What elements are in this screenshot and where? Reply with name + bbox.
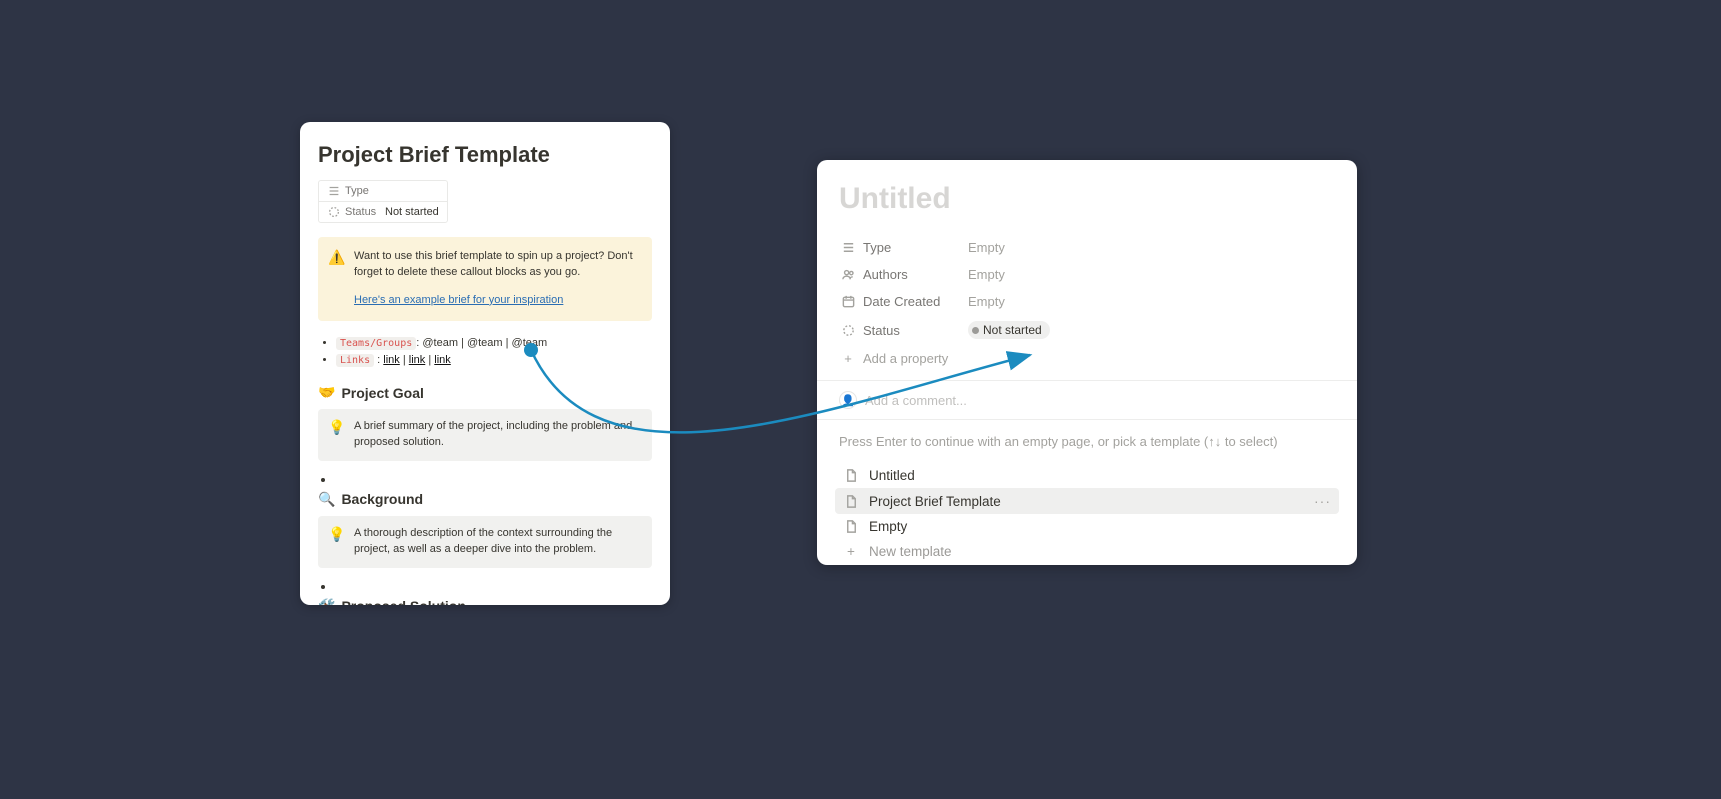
template-item-project-brief[interactable]: Project Brief Template ··· <box>835 488 1339 514</box>
property-label: Date Created <box>863 294 968 309</box>
list-icon <box>327 184 341 198</box>
property-status-row[interactable]: Status Not started <box>319 201 447 222</box>
property-type-row[interactable]: Type Empty <box>839 234 1335 261</box>
template-item-new[interactable]: + New template <box>835 539 1339 564</box>
spinner-icon <box>839 323 857 338</box>
teams-chip: Teams/Groups <box>336 337 416 350</box>
property-status-row[interactable]: Status Not started <box>839 315 1335 345</box>
spinner-icon <box>327 205 341 219</box>
links-chip: Links <box>336 354 374 367</box>
page-title: Project Brief Template <box>318 142 652 168</box>
calendar-icon <box>839 294 857 309</box>
template-item-untitled[interactable]: Untitled <box>835 463 1339 488</box>
template-hint: Press Enter to continue with an empty pa… <box>839 420 1335 463</box>
comment-placeholder: Add a comment... <box>865 393 967 408</box>
template-list: Untitled Project Brief Template ··· Empt… <box>835 463 1339 564</box>
template-item-empty[interactable]: Empty <box>835 514 1339 539</box>
add-comment-row[interactable]: 👤 Add a comment... <box>839 381 1335 419</box>
tools-icon: 🛠️ <box>318 598 335 605</box>
people-icon <box>839 267 857 282</box>
page-icon <box>843 468 859 483</box>
links-line: Links : link | link | link <box>336 352 652 370</box>
avatar-icon: 👤 <box>839 391 857 409</box>
property-label: Type <box>863 240 968 255</box>
link[interactable]: link <box>434 354 451 366</box>
callout-warning: ⚠️ Want to use this brief template to sp… <box>318 237 652 321</box>
plus-icon: + <box>839 351 857 366</box>
handshake-icon: 🤝 <box>318 384 335 401</box>
link[interactable]: link <box>409 354 426 366</box>
property-date-created-row[interactable]: Date Created Empty <box>839 288 1335 315</box>
bulb-icon: 💡 <box>328 524 345 544</box>
template-preview-card: Project Brief Template Type Status Not s… <box>300 122 670 605</box>
more-icon[interactable]: ··· <box>1314 493 1331 509</box>
property-value: Empty <box>968 267 1005 282</box>
callout-background: 💡 A thorough description of the context … <box>318 516 652 568</box>
property-value: Not started <box>385 206 439 218</box>
section-heading-solution: 🛠️ Proposed Solution <box>318 598 652 605</box>
property-table: Type Status Not started <box>318 180 448 223</box>
teams-line: Teams/Groups: @team | @team | @team <box>336 335 652 353</box>
empty-bullet <box>336 578 652 584</box>
add-property-button[interactable]: + Add a property <box>839 345 1335 380</box>
list-icon <box>839 240 857 255</box>
page-icon <box>843 494 859 509</box>
property-type-row[interactable]: Type <box>319 181 447 201</box>
section-heading-goal: 🤝 Project Goal <box>318 384 652 401</box>
link[interactable]: link <box>383 354 400 366</box>
page-title-placeholder[interactable]: Untitled <box>839 182 1335 216</box>
property-authors-row[interactable]: Authors Empty <box>839 261 1335 288</box>
property-label: Status <box>345 206 379 218</box>
property-value: Empty <box>968 294 1005 309</box>
property-label: Status <box>863 323 968 338</box>
bulb-icon: 💡 <box>328 417 345 437</box>
empty-bullet <box>336 471 652 477</box>
magnifier-icon: 🔍 <box>318 491 335 508</box>
meta-bullets: Teams/Groups: @team | @team | @team Link… <box>324 335 652 370</box>
property-label: Type <box>345 185 379 197</box>
callout-text: Want to use this brief template to spin … <box>354 250 633 278</box>
page-icon <box>843 519 859 534</box>
callout-goal: 💡 A brief summary of the project, includ… <box>318 409 652 461</box>
section-heading-background: 🔍 Background <box>318 491 652 508</box>
new-page-card: Untitled Type Empty Authors Empty Date C… <box>817 160 1357 565</box>
property-value: Empty <box>968 240 1005 255</box>
warning-icon: ⚠️ <box>328 247 345 267</box>
plus-icon: + <box>843 544 859 559</box>
property-label: Authors <box>863 267 968 282</box>
example-brief-link[interactable]: Here's an example brief for your inspira… <box>354 293 563 309</box>
status-pill[interactable]: Not started <box>968 321 1050 339</box>
status-dot-icon <box>972 327 979 334</box>
